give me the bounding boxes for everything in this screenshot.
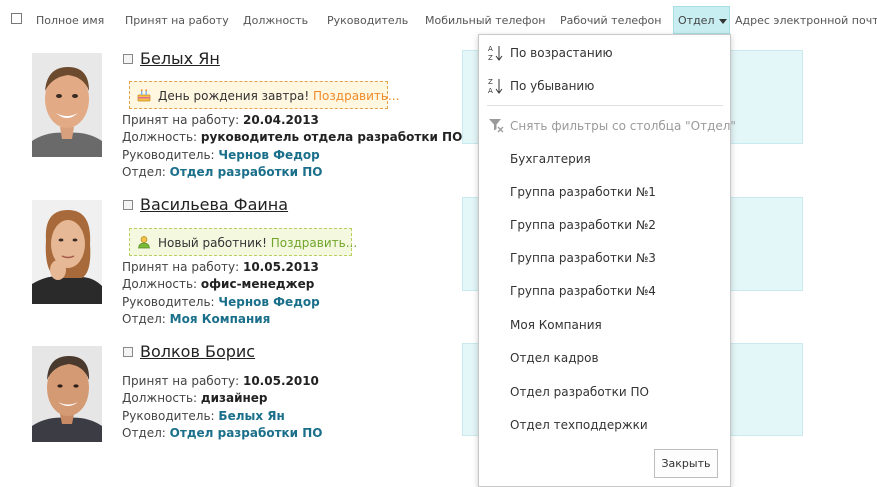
manager-link[interactable]: Чернов Федор [218,295,319,309]
position-line: Должность: дизайнер [122,391,268,405]
hired-date: 10.05.2010 [242,374,319,388]
filter-option[interactable]: Отдел кадров [479,343,730,373]
sort-az-icon: A Z [488,45,503,62]
hired-line: Принят на работу: 10.05.2013 [122,260,319,274]
manager-line: Руководитель: Чернов Федор [122,295,320,309]
svg-text:A: A [488,45,493,53]
employee-checkbox[interactable] [123,200,133,210]
clear-filter-item[interactable]: Снять фильтры со столбца "Отдел" [479,111,736,141]
column-header-department-label: Отдел [678,14,715,27]
avatar [32,200,102,304]
close-button[interactable]: Закрыть [654,449,718,478]
sort-ascending-item[interactable]: A Z По возрастанию [479,38,730,68]
column-header-work-phone[interactable]: Рабочий телефон [560,14,661,27]
sort-ascending-label: По возрастанию [510,46,613,60]
column-header-full-name[interactable]: Полное имя [36,14,104,27]
filter-option[interactable]: Бухгалтерия [479,144,730,174]
employee-checkbox[interactable] [123,54,133,64]
column-header-hired[interactable]: Принят на работу [125,14,229,27]
position-line: Должность: офис-менеджер [122,277,315,291]
cake-icon [137,89,151,102]
menu-divider [487,105,723,106]
manager-line: Руководитель: Белых Ян [122,409,285,423]
svg-text:Z: Z [488,78,493,86]
filter-option[interactable]: Отдел техподдержки [479,410,730,440]
position-value: руководитель отдела разработки ПО [200,130,463,144]
sort-descending-item[interactable]: Z A По убыванию [479,71,730,101]
hired-date: 10.05.2013 [242,260,319,274]
hired-line: Принят на работу: 20.04.2013 [122,113,319,127]
hired-date: 20.04.2013 [242,113,319,127]
department-line: Отдел: Отдел разработки ПО [122,426,323,440]
filter-option-label: Группа разработки №3 [510,251,656,265]
filter-option-label: Отдел разработки ПО [510,385,649,399]
department-line: Отдел: Моя Компания [122,312,271,326]
filter-option-label: Отдел техподдержки [510,418,648,432]
filter-option-label: Группа разработки №4 [510,284,656,298]
manager-link[interactable]: Чернов Федор [218,148,319,162]
select-all-checkbox[interactable] [11,13,22,24]
sort-descending-label: По убыванию [510,79,595,93]
avatar [32,346,102,442]
manager-link[interactable]: Белых Ян [218,409,284,423]
employee-checkbox[interactable] [123,347,133,357]
employee-name-link[interactable]: Белых Ян [140,49,220,68]
manager-line: Руководитель: Чернов Федор [122,148,320,162]
department-link[interactable]: Отдел разработки ПО [170,165,323,179]
department-link[interactable]: Отдел разработки ПО [170,426,323,440]
column-header-mobile-phone[interactable]: Мобильный телефон [425,14,546,27]
column-header-position[interactable]: Должность [243,14,308,27]
employee-name-link[interactable]: Васильева Фаина [140,195,288,214]
filter-option-label: Группа разработки №1 [510,185,656,199]
congratulate-link[interactable]: Поздравить... [271,236,357,250]
dropdown-caret-icon[interactable] [719,19,727,24]
position-value: офис-менеджер [200,277,315,291]
filter-option-label: Моя Компания [510,318,602,332]
hired-line: Принят на работу: 10.05.2010 [122,374,319,388]
new-employee-notice: Новый работник! Поздравить... [129,228,357,256]
filter-option[interactable]: Группа разработки №1 [479,177,730,207]
svg-text:Z: Z [488,54,493,62]
column-header-manager[interactable]: Руководитель [327,14,408,27]
department-filter-menu: A Z По возрастанию Z A По убыванию Снять… [478,34,736,487]
employee-name-link[interactable]: Волков Борис [140,342,255,361]
new-user-icon [138,236,150,249]
congratulate-link[interactable]: Поздравить... [313,89,399,103]
clear-filter-icon [489,119,504,133]
sort-za-icon: Z A [488,78,503,95]
department-link[interactable]: Моя Компания [170,312,271,326]
birthday-notice: День рождения завтра! Поздравить... [129,81,399,109]
filter-option-label: Группа разработки №2 [510,218,656,232]
filter-option-label: Отдел кадров [510,351,599,365]
notice-message: Новый работник! [158,236,267,250]
filter-option[interactable]: Отдел разработки ПО [479,377,730,407]
filter-option[interactable]: Моя Компания [479,310,730,340]
column-header-email[interactable]: Адрес электронной почты [735,14,877,27]
position-line: Должность: руководитель отдела разработк… [122,130,463,144]
position-value: дизайнер [200,391,268,405]
filter-option[interactable]: Группа разработки №2 [479,210,730,240]
clear-filter-label: Снять фильтры со столбца "Отдел" [510,119,736,133]
list-header: Полное имя Принят на работу Должность Ру… [0,0,877,42]
department-line: Отдел: Отдел разработки ПО [122,165,323,179]
filter-option[interactable]: Группа разработки №3 [479,243,730,273]
notice-message: День рождения завтра! [158,89,310,103]
avatar [32,53,102,157]
filter-option[interactable]: Группа разработки №4 [479,276,730,306]
column-header-department[interactable]: Отдел [673,6,730,34]
svg-text:A: A [488,87,493,95]
filter-option-label: Бухгалтерия [510,152,591,166]
